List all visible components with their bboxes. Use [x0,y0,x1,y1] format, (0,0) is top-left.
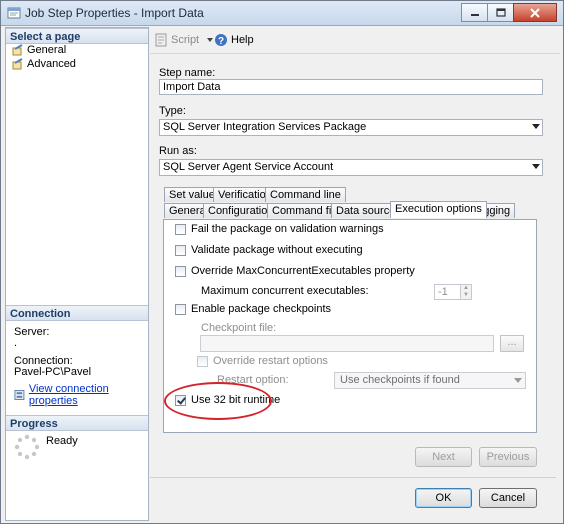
bottom-divider [150,477,556,478]
svg-text:?: ? [218,36,224,47]
checkpoint-browse-button[interactable]: ... [500,335,524,352]
dialog-window: Job Step Properties - Import Data Select… [0,0,564,524]
max-concurrent-label: Maximum concurrent executables: [201,285,369,297]
maximize-icon[interactable] [487,3,514,22]
script-icon [155,33,167,47]
help-label: Help [231,34,254,46]
close-icon[interactable] [513,3,557,22]
connection-header: Connection [6,305,148,321]
page-item-advanced[interactable]: Advanced [12,57,76,71]
app-icon [7,7,21,19]
left-pane: Select a page General Advanced Connectio… [5,27,149,521]
fail-on-warnings-label: Fail the package on validation warnings [191,223,384,235]
previous-button[interactable]: Previous [479,447,537,467]
spinner-arrows-icon[interactable]: ▲ ▼ [460,285,471,299]
type-select-value: SQL Server Integration Services Package [163,121,367,133]
connection-properties-icon [14,390,25,400]
fail-on-warnings-checkbox[interactable]: Fail the package on validation warnings [175,223,384,235]
use-32bit-runtime-label: Use 32 bit runtime [191,394,281,406]
checkpoint-file-label: Checkpoint file: [201,322,277,334]
server-value: . [14,337,18,349]
checkbox-box[interactable] [175,244,186,256]
toolbar: Script ? Help [150,27,560,54]
page-item-general[interactable]: General [12,43,66,57]
script-button[interactable]: Script [154,33,215,47]
title-bar[interactable]: Job Step Properties - Import Data [1,1,563,26]
chevron-down-icon [514,378,522,383]
run-as-select-value: SQL Server Agent Service Account [163,161,334,173]
run-as-label: Run as: [159,145,197,157]
restart-option-value: Use checkpoints if found [340,374,460,386]
validate-without-executing-label: Validate package without executing [191,244,363,256]
use-32bit-runtime-checkbox[interactable]: Use 32 bit runtime [175,394,280,406]
validate-without-executing-checkbox[interactable]: Validate package without executing [175,244,363,256]
script-label: Script [171,34,200,46]
type-label: Type: [159,105,186,117]
next-button[interactable]: Next [415,447,472,467]
minimize-icon[interactable] [461,3,488,22]
restart-option-label: Restart option: [217,374,289,386]
checkbox-box[interactable] [175,303,186,315]
checkbox-box[interactable] [175,265,186,277]
checkbox-box[interactable] [197,355,208,367]
max-concurrent-value: -1 [438,286,448,298]
progress-status: Ready [46,435,78,447]
tab-command-line[interactable]: Command line [265,187,346,202]
override-restart-label: Override restart options [213,355,328,367]
progress-header: Progress [6,415,148,431]
checkbox-box[interactable] [175,394,186,406]
select-page-header: Select a page [6,28,148,44]
chevron-down-icon [532,164,540,169]
view-connection-link-row[interactable]: View connection properties [14,383,148,407]
server-label: Server: [14,326,50,338]
restart-option-select[interactable]: Use checkpoints if found [334,372,526,389]
help-button[interactable]: ? Help [214,33,254,47]
override-restart-checkbox[interactable]: Override restart options [197,355,328,367]
checkpoint-file-input[interactable] [200,335,494,352]
page-icon [12,44,23,56]
type-select[interactable]: SQL Server Integration Services Package [159,119,543,136]
run-as-select[interactable]: SQL Server Agent Service Account [159,159,543,176]
page-item-label: Advanced [27,58,76,70]
window-title: Job Step Properties - Import Data [25,6,204,20]
step-name-label: Step name: [159,67,216,79]
chevron-down-icon [532,124,540,129]
ok-button[interactable]: OK [415,488,472,508]
progress-spinner-icon [14,434,40,460]
checkbox-box[interactable] [175,223,186,235]
view-connection-link[interactable]: View connection properties [29,383,148,407]
step-name-input[interactable]: Import Data [159,79,543,95]
enable-checkpoints-label: Enable package checkpoints [191,303,332,315]
page-item-label: General [27,44,67,56]
override-max-concurrent-checkbox[interactable]: Override MaxConcurrentExecutables proper… [175,265,415,277]
enable-checkpoints-checkbox[interactable]: Enable package checkpoints [175,303,331,315]
tab-execution-options[interactable]: Execution options [390,201,487,218]
max-concurrent-stepper[interactable]: -1 ▲ ▼ [434,284,472,300]
override-max-concurrent-label: Override MaxConcurrentExecutables proper… [191,265,415,277]
cancel-button[interactable]: Cancel [479,488,537,508]
connection-value: Pavel-PC\Pavel [14,366,92,378]
help-icon: ? [215,34,227,47]
page-icon [12,58,23,70]
